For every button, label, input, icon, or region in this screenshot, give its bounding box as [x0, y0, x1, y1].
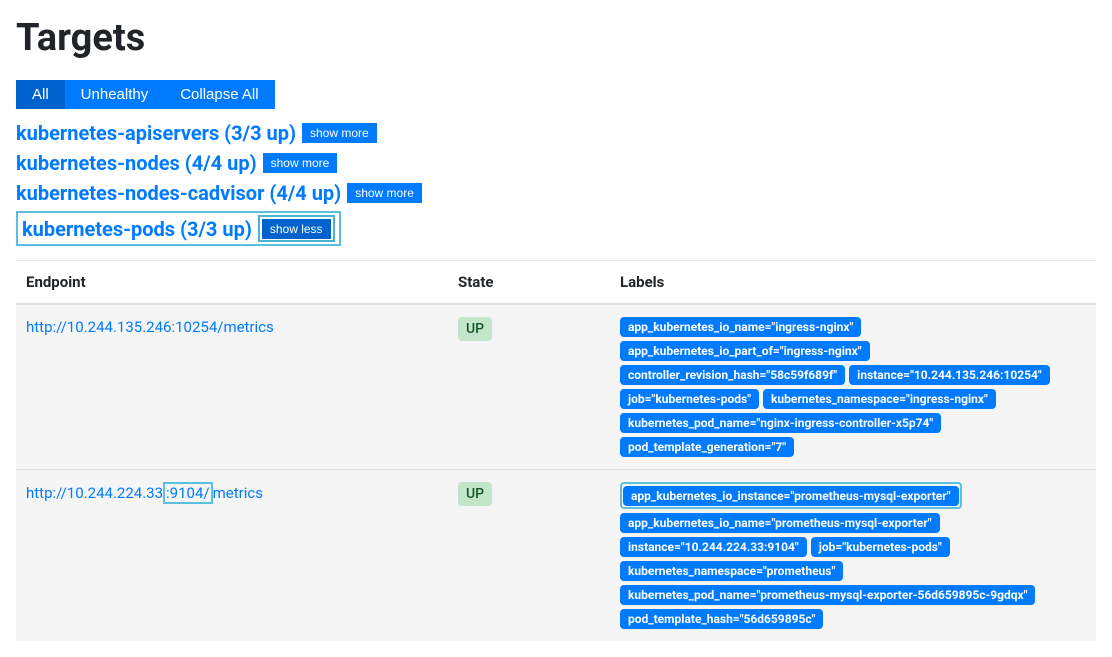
target-group-title[interactable]: kubernetes-nodes-cadvisor (4/4 up): [16, 181, 341, 205]
label-tag: kubernetes_pod_name="prometheus-mysql-ex…: [620, 585, 1035, 605]
endpoint-highlight: :9104/: [163, 482, 213, 504]
filter-all-button[interactable]: All: [16, 80, 65, 109]
target-group-title[interactable]: kubernetes-apiservers (3/3 up): [16, 121, 296, 145]
table-row: http://10.244.135.246:10254/metrics UP a…: [16, 304, 1096, 470]
label-tag: app_kubernetes_io_instance="prometheus-m…: [623, 486, 959, 506]
filter-button-group: All Unhealthy Collapse All: [16, 80, 275, 109]
target-group-apiservers: kubernetes-apiservers (3/3 up) show more: [16, 121, 1096, 145]
label-tag: kubernetes_namespace="ingress-nginx": [763, 389, 996, 409]
target-group-nodes: kubernetes-nodes (4/4 up) show more: [16, 151, 1096, 175]
label-tag: controller_revision_hash="58c59f689f": [620, 365, 845, 385]
labels-container: app_kubernetes_io_instance="prometheus-m…: [620, 482, 1086, 629]
col-header-state: State: [448, 261, 610, 305]
label-tag: kubernetes_pod_name="nginx-ingress-contr…: [620, 413, 941, 433]
show-more-button[interactable]: show more: [302, 123, 377, 143]
label-tag: pod_template_hash="56d659895c": [620, 609, 823, 629]
target-group-pods: kubernetes-pods (3/3 up) show less: [16, 211, 1096, 246]
col-header-endpoint: Endpoint: [16, 261, 448, 305]
target-group-title[interactable]: kubernetes-nodes (4/4 up): [16, 151, 257, 175]
state-badge: UP: [458, 317, 492, 341]
labels-container: app_kubernetes_io_name="ingress-nginx" a…: [620, 317, 1086, 457]
filter-unhealthy-button[interactable]: Unhealthy: [65, 80, 165, 109]
target-group-title[interactable]: kubernetes-pods (3/3 up): [22, 217, 252, 241]
page-title: Targets: [16, 16, 1096, 60]
label-tag: job="kubernetes-pods": [620, 389, 759, 409]
show-more-button[interactable]: show more: [347, 183, 422, 203]
label-tag: instance="10.244.224.33:9104": [620, 537, 807, 557]
label-tag: pod_template_generation="7": [620, 437, 794, 457]
label-tag: instance="10.244.135.246:10254": [849, 365, 1050, 385]
label-tag: app_kubernetes_io_name="prometheus-mysql…: [620, 513, 940, 533]
label-tag: app_kubernetes_io_name="ingress-nginx": [620, 317, 861, 337]
show-more-button[interactable]: show more: [263, 153, 338, 173]
endpoint-text-post: metrics: [213, 484, 263, 502]
endpoint-text-pre: http://10.244.224.33: [26, 484, 163, 502]
col-header-labels: Labels: [610, 261, 1096, 305]
label-tag: job="kubernetes-pods": [811, 537, 950, 557]
endpoint-link[interactable]: http://10.244.135.246:10254/metrics: [26, 318, 274, 336]
label-tag: app_kubernetes_io_part_of="ingress-nginx…: [620, 341, 870, 361]
state-badge: UP: [458, 482, 492, 506]
show-less-button[interactable]: show less: [262, 219, 331, 239]
endpoint-link[interactable]: http://10.244.224.33:9104/metrics: [26, 484, 263, 502]
table-row: http://10.244.224.33:9104/metrics UP app…: [16, 470, 1096, 642]
label-highlight: app_kubernetes_io_instance="prometheus-m…: [620, 482, 962, 509]
label-tag: kubernetes_namespace="prometheus": [620, 561, 843, 581]
target-group-nodes-cadvisor: kubernetes-nodes-cadvisor (4/4 up) show …: [16, 181, 1096, 205]
collapse-all-button[interactable]: Collapse All: [164, 80, 274, 109]
targets-table: Endpoint State Labels http://10.244.135.…: [16, 260, 1096, 641]
